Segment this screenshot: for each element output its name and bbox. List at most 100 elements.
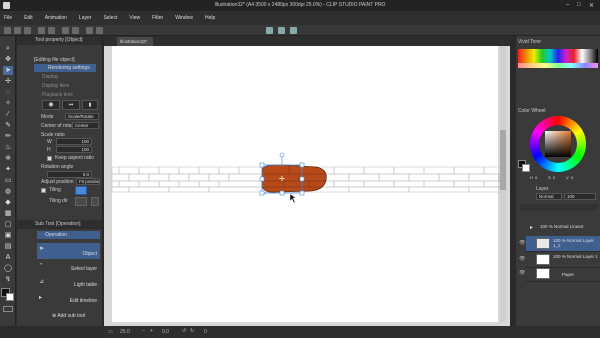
- menu-select[interactable]: Select: [103, 15, 117, 21]
- scale-height-input[interactable]: 100: [56, 146, 92, 153]
- eyedropper-tool-icon[interactable]: ⁄: [3, 110, 13, 119]
- ruler-snap-icon[interactable]: [266, 27, 273, 34]
- menu-animation[interactable]: Animation: [45, 15, 67, 21]
- redo-icon[interactable]: [48, 27, 55, 34]
- keep-aspect-checkbox[interactable]: [47, 156, 52, 161]
- frame-tool-icon[interactable]: ▣: [3, 231, 13, 240]
- menu-filter[interactable]: Filter: [152, 15, 163, 21]
- open-file-icon[interactable]: [14, 27, 21, 34]
- navigator-icon[interactable]: ▭: [108, 329, 113, 335]
- visibility-eye-icon[interactable]: 👁: [519, 270, 525, 276]
- zoom-tool-icon[interactable]: ⌕: [3, 44, 13, 53]
- center-of-rotation-select[interactable]: Center: [72, 122, 99, 129]
- tiling-direction-button[interactable]: [75, 197, 87, 206]
- undo-icon[interactable]: [38, 27, 45, 34]
- close-window-button[interactable]: ✕: [589, 2, 594, 9]
- visibility-eye-icon[interactable]: 👁: [519, 256, 525, 262]
- rotate-left-icon[interactable]: ↺: [182, 328, 186, 334]
- minimize-button[interactable]: –: [566, 2, 569, 8]
- rotation-angle-input[interactable]: 0.0: [47, 171, 92, 178]
- layer-opacity-input[interactable]: 100: [564, 193, 596, 200]
- special-ruler-snap-icon[interactable]: [278, 27, 285, 34]
- transform-icon[interactable]: [72, 27, 79, 34]
- mode-select[interactable]: Scale/Rotate: [65, 113, 99, 120]
- snap-icon[interactable]: [96, 27, 103, 34]
- decoration-tool-icon[interactable]: ✦: [3, 165, 13, 174]
- rendering-settings-button[interactable]: Rendering settings: [34, 64, 96, 72]
- zoom-value[interactable]: 25.0: [120, 329, 130, 335]
- transform-center-icon[interactable]: ✛: [279, 175, 285, 183]
- handle-bottom-left[interactable]: [259, 190, 265, 196]
- layer-row-paper[interactable]: Paper: [526, 266, 600, 282]
- add-sub-tool-button[interactable]: ⊕ Add sub tool: [52, 313, 85, 319]
- correct-line-tool-icon[interactable]: ↯: [3, 275, 13, 284]
- value-value[interactable]: 0: [571, 175, 573, 180]
- text-tool-icon[interactable]: A: [3, 253, 13, 262]
- handle-middle-right[interactable]: [299, 176, 305, 182]
- move-tool-icon[interactable]: ✥: [3, 55, 13, 64]
- grid-snap-icon[interactable]: [290, 27, 297, 34]
- color-swatches[interactable]: [518, 49, 598, 63]
- menu-view[interactable]: View: [129, 15, 140, 21]
- handle-top-left[interactable]: [259, 162, 265, 168]
- adjust-position-select[interactable]: Fit position: [76, 178, 100, 185]
- frame-button[interactable]: ▮: [82, 100, 98, 110]
- transparent-color-swatch[interactable]: [3, 306, 13, 312]
- sub-tool-edit-timeline[interactable]: ▸ Edit timeline: [37, 292, 100, 308]
- brick-pattern-layer[interactable]: ✛: [104, 150, 510, 210]
- blend-mode-select[interactable]: Normal: [536, 193, 562, 200]
- hue-value[interactable]: 0: [535, 175, 537, 180]
- clear-icon[interactable]: [62, 27, 69, 34]
- auto-select-tool-icon[interactable]: ✧: [3, 99, 13, 108]
- sub-tool-object[interactable]: ➤ Object: [37, 243, 100, 259]
- blend-tool-icon[interactable]: ◍: [3, 187, 13, 196]
- operation-group-tab[interactable]: Operation: [37, 231, 100, 239]
- step-button[interactable]: ⏮: [62, 100, 80, 110]
- move-layer-tool-icon[interactable]: ✢: [3, 77, 13, 86]
- wheel-sub-color[interactable]: [522, 164, 530, 172]
- zoom-out-icon[interactable]: −: [142, 328, 145, 334]
- visibility-eye-icon[interactable]: 👁: [519, 240, 525, 246]
- rotation-handle[interactable]: [279, 152, 285, 158]
- menu-file[interactable]: File: [4, 15, 12, 21]
- sub-tool-light-table[interactable]: ⊿ Light table: [37, 276, 100, 292]
- sub-color-swatch[interactable]: [6, 293, 14, 301]
- tiling-checkbox[interactable]: [41, 188, 46, 193]
- canvas-scroll-thumb[interactable]: [500, 130, 506, 190]
- selection-tool-icon[interactable]: ◌: [3, 88, 13, 97]
- angle-value[interactable]: 0.0: [162, 329, 169, 335]
- fill-icon[interactable]: [86, 27, 93, 34]
- zoom-in-icon[interactable]: +: [150, 328, 153, 334]
- color-swatches-light[interactable]: [518, 63, 598, 68]
- scale-width-input[interactable]: 100: [56, 138, 92, 145]
- menu-help[interactable]: Help: [205, 15, 215, 21]
- handle-bottom-middle[interactable]: [279, 190, 285, 196]
- document-tab[interactable]: Illustration32* ×: [117, 37, 153, 53]
- tiling-option-button[interactable]: [91, 197, 99, 206]
- sub-tool-select-layer[interactable]: ◔ Select layer: [37, 260, 100, 276]
- rotate-right-icon[interactable]: ↻: [190, 328, 194, 334]
- save-icon[interactable]: [24, 27, 31, 34]
- play-button[interactable]: ◉: [42, 100, 60, 110]
- airbrush-tool-icon[interactable]: ❈: [3, 154, 13, 163]
- balloon-tool-icon[interactable]: ◯: [3, 264, 13, 273]
- pencil-tool-icon[interactable]: ✏: [3, 132, 13, 141]
- tiling-horizontal-button[interactable]: [75, 186, 87, 195]
- new-file-icon[interactable]: [4, 27, 11, 34]
- maximize-button[interactable]: □: [577, 2, 581, 8]
- ruler-tool-icon[interactable]: ▤: [3, 242, 13, 251]
- menu-layer[interactable]: Layer: [79, 15, 92, 21]
- menu-window[interactable]: Window: [175, 15, 193, 21]
- brush-tool-icon[interactable]: ♨: [3, 143, 13, 152]
- operation-tool-icon[interactable]: ➤: [3, 66, 13, 75]
- saturation-value[interactable]: 0: [553, 175, 555, 180]
- handle-top-right[interactable]: [299, 162, 305, 168]
- fill-tool-icon[interactable]: ◆: [3, 198, 13, 207]
- eraser-tool-icon[interactable]: ▭: [3, 176, 13, 185]
- handle-middle-left[interactable]: [259, 176, 265, 182]
- saturation-value-square[interactable]: [545, 131, 571, 157]
- layer-row-layer-1-2[interactable]: 100 % Normal Layer 1_2: [526, 236, 600, 252]
- figure-tool-icon[interactable]: ▢: [3, 220, 13, 229]
- pen-tool-icon[interactable]: ✎: [3, 121, 13, 130]
- gradient-tool-icon[interactable]: ▦: [3, 209, 13, 218]
